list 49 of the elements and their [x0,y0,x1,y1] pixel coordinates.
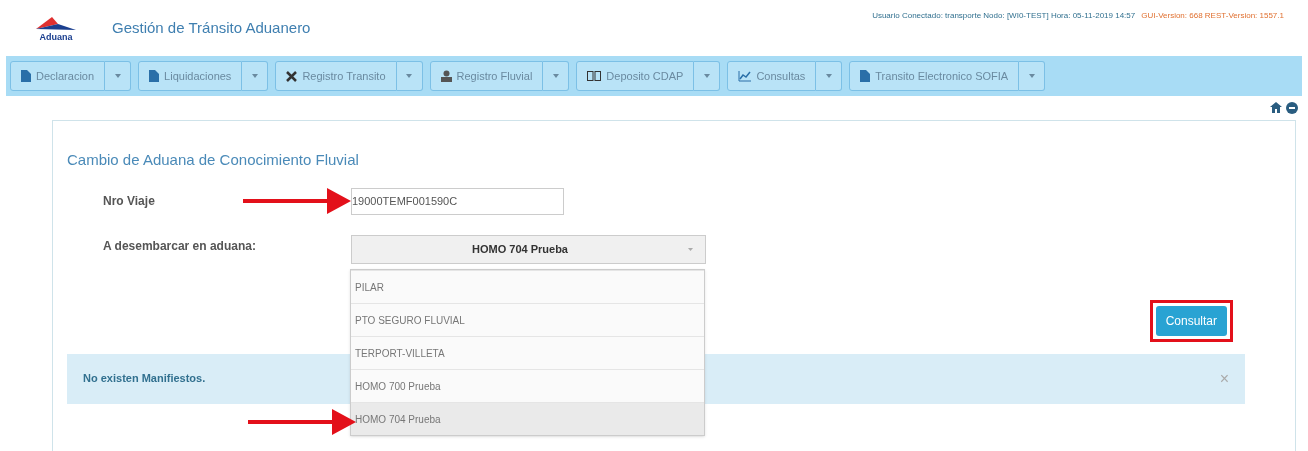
menu-caret-button[interactable] [1019,61,1046,91]
caret-icon [251,74,258,78]
session-info: Usuario Conectado: transporte Nodo: [WI0-TEST] Hora: 05-11-2019 14:57 [872,10,1136,22]
boxes-icon [587,71,602,81]
dropdown-option[interactable]: PTO SEGURO FLUVIAL [351,303,704,336]
menu-caret-button[interactable] [816,61,843,91]
menu-caret-button[interactable] [242,61,269,91]
logo-wings-icon [34,14,78,33]
menu-button[interactable]: Deposito CDAP [576,61,695,91]
trip-number-field[interactable]: 19000TEMF001590C [351,187,564,215]
menu-button[interactable]: Registro Fluvial [429,61,544,91]
field-label: A desembarcar en aduana: [103,237,257,255]
caret-icon [703,74,710,78]
person-icon [440,70,452,82]
menu-button[interactable]: Declaracion [10,61,106,91]
caret-icon [552,74,559,78]
document-icon [149,70,160,82]
menu-button[interactable]: Transito Electronico SOFIA [849,61,1020,91]
form-title: Cambio de Aduana de Conocimiento Fluvial [67,150,360,170]
caret-icon [406,74,413,78]
logo: Aduana [24,14,88,42]
line-chart-icon [738,70,752,82]
caret-icon [688,247,693,251]
alert-message: No existen Manifiestos. [83,371,206,387]
menu-caret-button[interactable] [543,61,570,91]
field-label: Nro Viaje [103,193,156,210]
menu-caret-button[interactable] [694,61,721,91]
customs-select[interactable]: HOMO 704 Prueba [351,234,706,264]
menu-button[interactable]: Consultas [727,61,817,91]
dropdown-option[interactable]: HOMO 700 Prueba [351,369,704,402]
close-button[interactable]: × [1219,366,1229,391]
menu-caret-button[interactable] [105,61,132,91]
menu-caret-button[interactable] [396,61,423,91]
document-icon [21,70,31,82]
app-title: Gestión de Tránsito Aduanero [112,17,311,38]
dropdown-option[interactable]: TERPORT-VILLETA [351,336,704,369]
menu-button[interactable]: Liquidaciones [138,61,243,91]
caret-icon [825,74,832,78]
document-icon [860,70,871,82]
caret-icon [1028,74,1035,78]
caret-icon [114,74,121,78]
cross-icon [286,70,298,82]
menu-button[interactable]: Registro Transito [275,61,397,91]
consultar-button[interactable]: Consultar [1155,305,1227,336]
home-icon[interactable] [1270,102,1282,113]
minus-circle-icon[interactable] [1286,102,1298,114]
dropdown-option[interactable]: HOMO 704 Prueba [351,402,704,435]
dropdown-option[interactable]: PILAR [351,270,704,303]
version-info: GUI-Version: 668 REST-Version: 1557.1 [1141,10,1284,22]
